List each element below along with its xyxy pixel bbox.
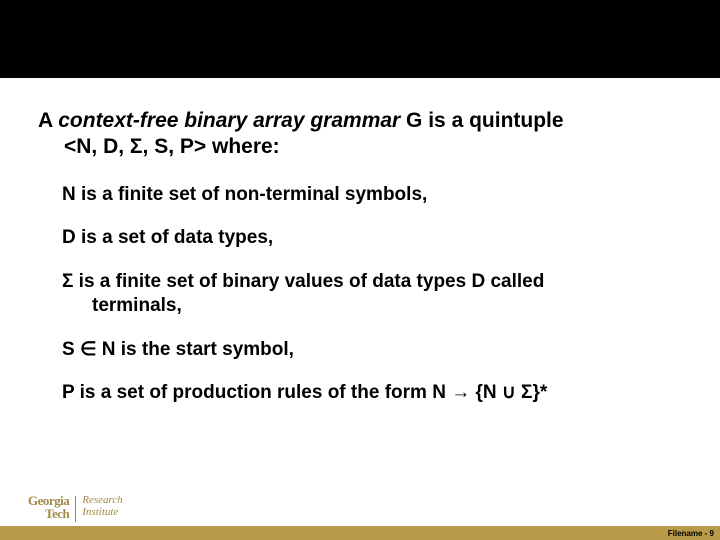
def-n: N is a finite set of non-terminal symbol… [62,183,682,207]
def-sigma-line2: terminals, [62,294,682,318]
def-sigma: Σ is a finite set of binary values of da… [62,270,682,318]
logo-research: Research [82,494,123,506]
heading-prefix: A [38,109,58,132]
heading-term: context-free binary array grammar [58,109,400,132]
def-sigma-line1: Σ is a finite set of binary values of da… [62,271,544,292]
logo-ri: Research Institute [82,494,123,518]
definition-list: N is a finite set of non-terminal symbol… [38,183,682,406]
title-bar [0,0,720,78]
heading-suffix: G is a quintuple [400,109,563,132]
def-s: S ∈ N is the start symbol, [62,338,682,362]
slide-content: A context-free binary array grammar G is… [0,78,720,405]
logo-tech: Tech [45,506,69,521]
footer-stripe: Filename - 9 [0,526,720,540]
heading-line2: <N, D, Σ, S, P> where: [38,134,682,160]
def-p: P is a set of production rules of the fo… [62,381,682,405]
logo-divider [75,496,76,522]
heading: A context-free binary array grammar G is… [38,108,682,161]
footer-text: Filename - 9 [668,529,714,538]
logo-gt: Georgia Tech [28,494,69,520]
georgia-tech-logo: Georgia Tech Research Institute [28,494,123,522]
logo-institute: Institute [82,506,123,518]
def-d: D is a set of data types, [62,226,682,250]
